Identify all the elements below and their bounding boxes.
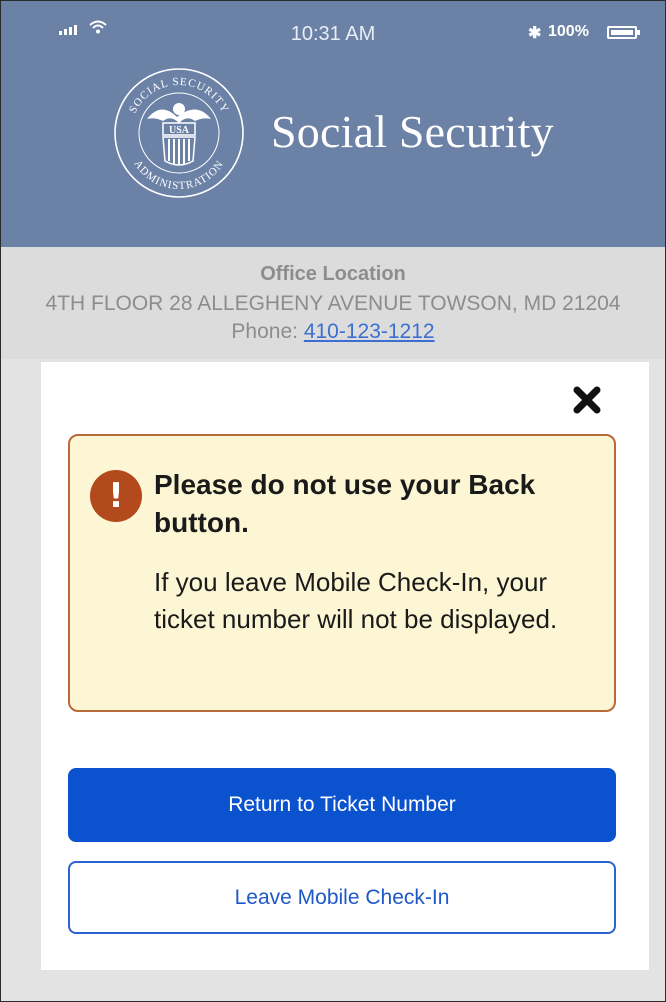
office-location-panel: Office Location 4TH FLOOR 28 ALLEGHENY A… — [1, 247, 665, 359]
agency-title: Social Security — [271, 106, 554, 157]
phone-screen: 10:31 AM ✱ 100% SOCIAL SECURITY ADMINIST… — [0, 0, 666, 1002]
close-icon — [573, 386, 601, 414]
battery-percent: 100% — [548, 23, 589, 40]
ssa-seal-logo: SOCIAL SECURITY ADMINISTRATION USA — [114, 68, 244, 198]
return-to-ticket-button[interactable]: Return to Ticket Number — [68, 768, 616, 842]
status-bar: 10:31 AM ✱ 100% — [1, 1, 665, 71]
close-button[interactable] — [569, 382, 605, 418]
bluetooth-icon: ✱ — [528, 25, 542, 42]
svg-text:USA: USA — [169, 125, 190, 136]
exclamation-icon: ! — [90, 470, 142, 522]
back-button-warning-modal: ! Please do not use your Back button. If… — [41, 362, 649, 970]
office-address: 4TH FLOOR 28 ALLEGHENY AVENUE TOWSON, MD… — [45, 292, 621, 315]
battery-icon — [607, 26, 640, 39]
office-phone: Phone: 410-123-1212 — [1, 320, 665, 344]
app-header: 10:31 AM ✱ 100% SOCIAL SECURITY ADMINIST… — [1, 1, 665, 247]
leave-mobile-checkin-button[interactable]: Leave Mobile Check-In — [68, 861, 616, 934]
warning-alert: ! Please do not use your Back button. If… — [68, 434, 616, 712]
office-location-title: Office Location — [260, 263, 406, 285]
alert-heading: Please do not use your Back button. — [154, 469, 536, 538]
phone-link[interactable]: 410-123-1212 — [304, 320, 435, 343]
phone-label: Phone: — [231, 320, 298, 343]
alert-body: If you leave Mobile Check-In, your ticke… — [154, 567, 558, 634]
